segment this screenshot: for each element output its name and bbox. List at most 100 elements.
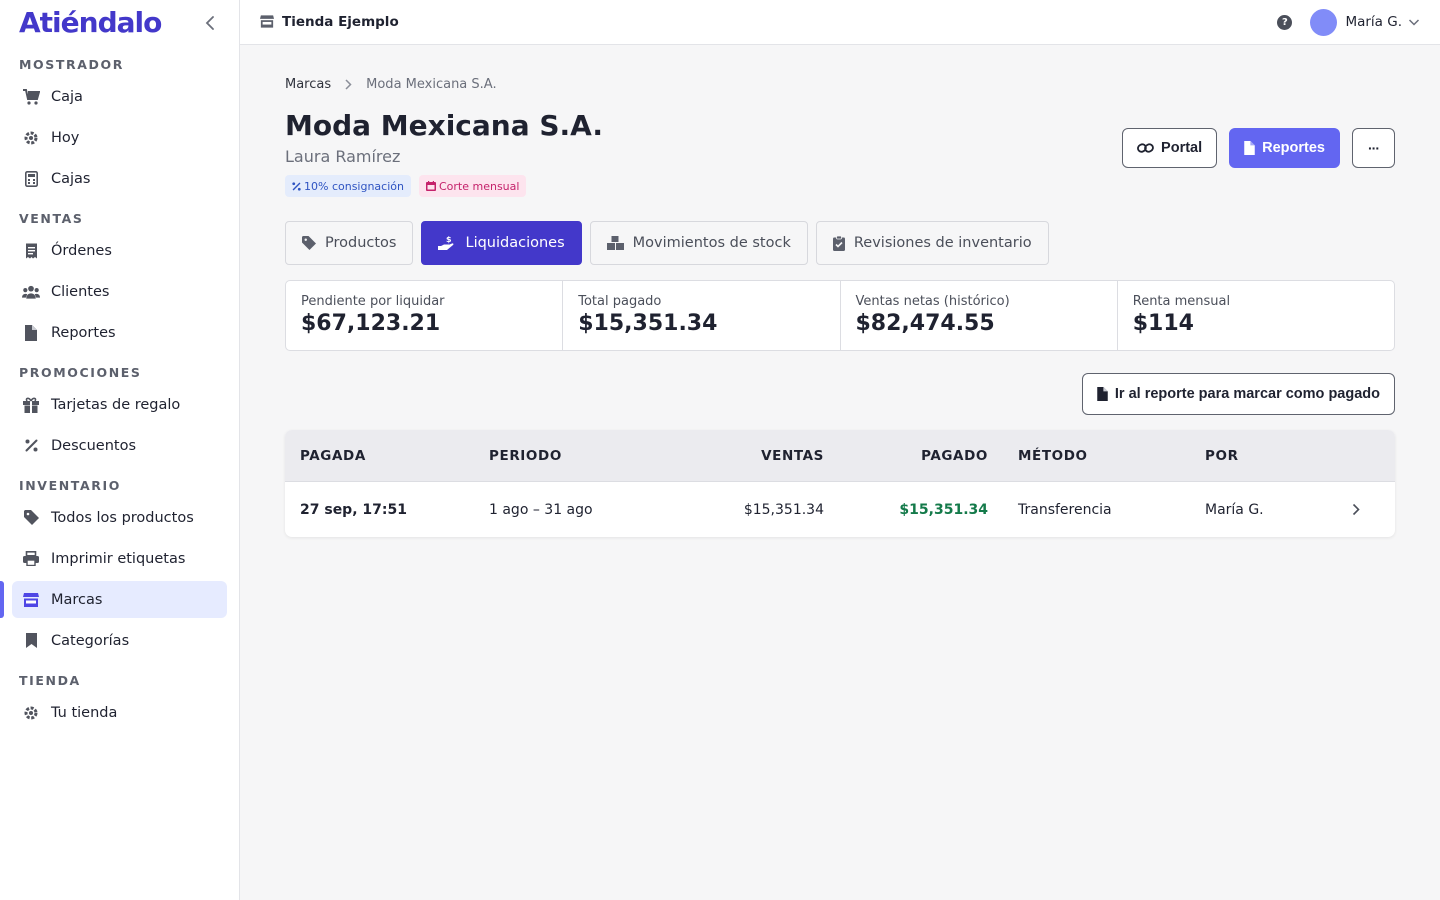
table-row[interactable]: 27 sep, 17:51 1 ago – 31 ago $15,351.34 … — [285, 482, 1395, 537]
cell-paid-at: 27 sep, 17:51 — [300, 501, 407, 518]
sidebar-item-label: Marcas — [51, 591, 103, 608]
user-name[interactable]: María G. — [1345, 14, 1402, 30]
app-logo[interactable]: Atiéndalo — [19, 6, 162, 39]
sidebar-item-tarjetas-de-regalo[interactable]: Tarjetas de regalo — [12, 386, 227, 423]
boxes-icon — [606, 236, 624, 250]
store-selector[interactable]: Tienda Ejemplo — [260, 14, 399, 30]
file-icon — [1244, 141, 1255, 155]
column-header-ventas[interactable]: VENTAS — [664, 448, 834, 464]
chevron-down-icon[interactable] — [1408, 16, 1420, 28]
stat-value: $15,351.34 — [578, 311, 718, 336]
section-title-ventas: VENTAS — [19, 210, 84, 226]
tag-icon — [22, 509, 40, 527]
top-bar: Tienda Ejemplo ? María G. — [240, 0, 1440, 45]
stat-ventas-netas: Ventas netas (histórico) $82,474.55 — [841, 281, 1118, 350]
sidebar-item-label: Descuentos — [51, 437, 137, 454]
breadcrumb-current: Moda Mexicana S.A. — [366, 76, 497, 92]
collapse-sidebar-button[interactable] — [201, 13, 221, 33]
file-icon — [1097, 387, 1108, 401]
chevron-left-icon — [205, 15, 214, 30]
tab-liquidaciones[interactable]: $ Liquidaciones — [421, 221, 582, 265]
bookmark-icon — [22, 632, 40, 650]
sidebar-item-caja[interactable]: Caja — [12, 78, 227, 115]
portal-button[interactable]: Portal — [1122, 128, 1218, 168]
section-title-mostrador: MOSTRADOR — [19, 56, 124, 72]
sidebar-item-todos-los-productos[interactable]: Todos los productos — [12, 499, 227, 536]
sidebar-item-label: Reportes — [51, 324, 116, 341]
main-content: Marcas Moda Mexicana S.A. Moda Mexicana … — [285, 45, 1395, 537]
sidebar-item-reportes[interactable]: Reportes — [12, 314, 227, 351]
reports-button[interactable]: Reportes — [1229, 128, 1340, 168]
column-header-pagada[interactable]: PAGADA — [285, 448, 474, 464]
section-title-inventario: INVENTARIO — [19, 477, 121, 493]
users-icon — [22, 283, 40, 301]
sidebar-item-tu-tienda[interactable]: Tu tienda — [12, 694, 227, 731]
sidebar-item-cajas[interactable]: Cajas — [12, 160, 227, 197]
stat-total-pagado: Total pagado $15,351.34 — [563, 281, 841, 350]
page-title: Moda Mexicana S.A. — [285, 109, 603, 142]
avatar[interactable] — [1310, 8, 1338, 36]
cell-sales: $15,351.34 — [743, 501, 824, 518]
sidebar-item-ordenes[interactable]: Órdenes — [12, 232, 227, 269]
section-title-tienda: TIENDA — [19, 672, 81, 688]
go-to-report-label: Ir al reporte para marcar como pagado — [1114, 386, 1380, 402]
column-header-metodo[interactable]: MÉTODO — [998, 448, 1189, 464]
sidebar-item-descuentos[interactable]: Descuentos — [12, 427, 227, 464]
tab-revisiones-de-inventario[interactable]: Revisiones de inventario — [815, 221, 1049, 265]
sidebar-item-label: Tarjetas de regalo — [51, 396, 181, 413]
tab-label: Movimientos de stock — [632, 235, 791, 251]
brand-contact: Laura Ramírez — [285, 147, 401, 166]
tab-movimientos-de-stock[interactable]: Movimientos de stock — [589, 221, 808, 265]
section-title-promociones: PROMOCIONES — [19, 364, 142, 380]
calculator-icon — [22, 170, 40, 188]
chevron-right-icon — [345, 78, 352, 90]
reports-button-label: Reportes — [1262, 140, 1325, 156]
cell-paid: $15,351.34 — [899, 501, 988, 518]
percent-icon — [22, 437, 40, 455]
percent-icon — [292, 181, 301, 191]
sidebar-item-marcas[interactable]: Marcas — [0, 581, 227, 618]
settlements-table: PAGADA PERIODO VENTAS PAGADO MÉTODO POR … — [285, 430, 1395, 537]
hand-coin-icon: $ — [438, 235, 456, 251]
sidebar-item-hoy[interactable]: Hoy — [12, 119, 227, 156]
sidebar-item-label: Hoy — [51, 129, 80, 146]
sidebar: Atiéndalo MOSTRADOR Caja Hoy Cajas VENTA… — [0, 0, 240, 900]
cut-badge-label: Corte mensual — [438, 179, 520, 193]
cut-badge: Corte mensual — [418, 175, 527, 197]
sidebar-item-label: Todos los productos — [51, 509, 194, 526]
go-to-report-button[interactable]: Ir al reporte para marcar como pagado — [1081, 373, 1395, 415]
calendar-icon — [425, 181, 436, 191]
breadcrumb-marcas-link[interactable]: Marcas — [285, 77, 331, 92]
tab-label: Productos — [325, 235, 397, 251]
more-options-button[interactable]: ··· — [1352, 128, 1395, 168]
store-icon — [260, 15, 274, 29]
svg-text:$: $ — [446, 235, 452, 244]
chevron-right-icon[interactable] — [1319, 503, 1395, 516]
stat-label: Ventas netas (histórico) — [855, 294, 1010, 309]
column-header-por[interactable]: POR — [1189, 448, 1319, 464]
brand-row: Atiéndalo — [0, 0, 239, 45]
clipboard-check-icon — [832, 235, 845, 251]
column-header-periodo[interactable]: PERIODO — [474, 448, 664, 464]
sidebar-item-label: Tu tienda — [51, 704, 118, 721]
cell-method: Transferencia — [1018, 501, 1112, 518]
column-header-pagado[interactable]: PAGADO — [834, 448, 998, 464]
stat-label: Pendiente por liquidar — [301, 294, 445, 309]
consignment-badge: 10% consignación — [285, 175, 411, 197]
stat-value: $114 — [1132, 311, 1194, 336]
sidebar-item-imprimir-etiquetas[interactable]: Imprimir etiquetas — [12, 540, 227, 577]
sidebar-item-label: Categorías — [51, 632, 130, 649]
store-icon — [22, 591, 40, 609]
gear-icon — [22, 704, 40, 722]
portal-button-label: Portal — [1161, 140, 1203, 156]
sidebar-item-clientes[interactable]: Clientes — [12, 273, 227, 310]
tab-label: Liquidaciones — [465, 235, 565, 251]
tab-productos[interactable]: Productos — [285, 221, 414, 265]
tabs: Productos $ Liquidaciones Movimientos de… — [285, 221, 1395, 265]
breadcrumb: Marcas Moda Mexicana S.A. — [285, 75, 1395, 93]
help-icon[interactable]: ? — [1277, 14, 1293, 30]
sidebar-item-categorias[interactable]: Categorías — [12, 622, 227, 659]
printer-icon — [22, 550, 40, 568]
stat-label: Renta mensual — [1132, 294, 1231, 309]
tag-icon — [302, 236, 316, 250]
